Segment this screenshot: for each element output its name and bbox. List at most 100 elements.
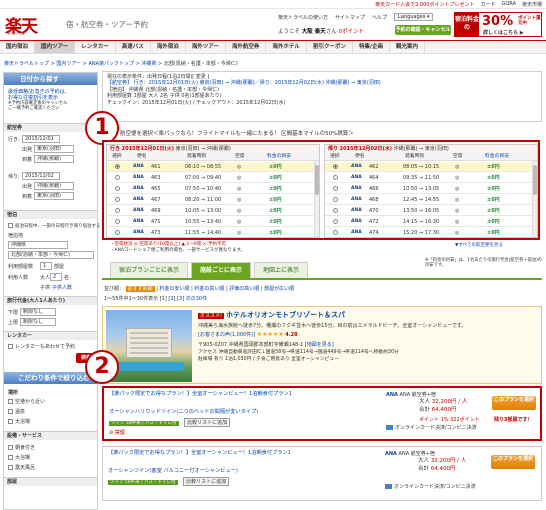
flight-radio[interactable] — [333, 195, 338, 205]
all-flights-link[interactable]: ▼すべての航空便を見る — [455, 242, 503, 248]
flight-row[interactable]: ANA 474 15:20 ⇒ 17:30 ◎ ±0円 — [325, 228, 537, 237]
breadcrumb-ana-pack[interactable]: ANA楽パックトップ — [88, 61, 134, 67]
languages-dropdown[interactable]: Languages ▾ — [394, 13, 434, 21]
flight-radio[interactable] — [333, 162, 338, 172]
facility-breakfast[interactable]: 朝食付き — [8, 444, 35, 451]
flight-row[interactable]: ANA 461 06:10 ⇒ 08:55 ◎ ±0円 — [107, 162, 319, 172]
flight-row[interactable]: ANA 463 07:00 ⇒ 09:40 ◎ ±0円 — [107, 173, 319, 183]
breadcrumb-top[interactable]: 楽天トラベルトップ — [4, 61, 49, 67]
flight-radio[interactable] — [115, 184, 120, 194]
sort-rating[interactable]: 評価の高い順 — [229, 286, 259, 292]
nav-overseas-tour[interactable]: 海外ツアー — [186, 41, 226, 53]
top-link-card[interactable]: カード — [480, 1, 495, 8]
tab-by-hotel[interactable]: 施設ごとに表示 — [191, 262, 252, 278]
flight-radio[interactable] — [115, 217, 120, 227]
flight-radio[interactable] — [115, 195, 120, 205]
flight-radio[interactable] — [115, 206, 120, 216]
compare-list-button[interactable]: 比較リストに追加 — [183, 477, 230, 486]
nav-coupons[interactable]: 割引クーポン — [307, 41, 353, 53]
flight-row[interactable]: ANA 466 10:50 ⇒ 13:05 ◎ ±0円 — [325, 184, 537, 194]
header-link-sitemap[interactable]: サイトマップ — [335, 14, 365, 21]
rental-checkbox[interactable]: レンタカーもあわせて予約 — [8, 343, 75, 350]
sort-recommended[interactable]: おすすめ順 — [125, 286, 155, 292]
flight-row[interactable]: ANA 462 08:05 ⇒ 10:15 ◎ ±0円 — [325, 162, 537, 172]
outbound-from-select[interactable]: 東京(羽田) — [34, 145, 74, 153]
flight-radio[interactable] — [333, 206, 338, 216]
select-plan-button[interactable]: このプランを選択 — [491, 455, 535, 469]
nav-rental-car[interactable]: レンタカー — [75, 41, 116, 53]
flight-row[interactable]: ANA 464 09:35 ⇒ 11:50 ◎ ±0円 — [325, 173, 537, 183]
refine-bath[interactable]: 大浴場 — [8, 418, 30, 425]
return-date-input[interactable]: 2015/12/02 — [22, 172, 60, 180]
refine-near-airport[interactable]: 空港から近い — [8, 398, 45, 405]
return-scrollbar[interactable] — [532, 161, 537, 237]
nav-overseas-hotel[interactable]: 海外宿泊 — [151, 41, 186, 53]
nav-domestic-tour[interactable]: 国内ツアー — [35, 41, 76, 53]
flight-row[interactable]: ANA 472 14:15 ⇒ 16:30 ◎ ±0円 — [325, 217, 537, 227]
tab-map[interactable]: 地図上に表示 — [254, 262, 309, 278]
breadcrumb-okinawa[interactable]: 沖縄県 — [141, 61, 156, 67]
compare-list-button[interactable]: 比較リストに追加 — [184, 418, 231, 427]
rooms-select[interactable]: 1 — [40, 262, 52, 270]
reviews-link[interactable]: [お客さまの声(1,000件)] — [198, 332, 255, 338]
top-link-gora[interactable]: GORA — [501, 1, 516, 8]
flight-row[interactable]: ANA 469 10:05 ⇒ 13:00 ◎ ±0円 — [107, 206, 319, 216]
hotel-split-checkbox[interactable]: 宿泊日程中、一部の日程行き帰り宿泊する — [8, 223, 101, 229]
flight-radio[interactable] — [115, 228, 120, 237]
outbound-scrollbar[interactable] — [314, 161, 319, 237]
hotel-photo[interactable] — [106, 310, 192, 382]
facility-bath[interactable]: 大浴場 — [8, 454, 30, 461]
plan-title[interactable]: 【楽パック限定でお得なプラン！】全室オーシャンビュー！1泊朝食付プラン1 — [109, 391, 339, 398]
rakuten-travel-logo[interactable]: 楽天 トラベル — [5, 12, 65, 37]
hotel-area-select[interactable]: 北部(恩納・本部・今帰仁) — [8, 251, 94, 259]
campaign-detail-link[interactable]: 詳しくはこちら ▶ — [483, 29, 524, 36]
flight-radio[interactable] — [333, 228, 338, 237]
sort-price-high[interactable]: 料金の高い順 — [194, 286, 224, 292]
refine-onsen[interactable]: 温泉 — [8, 408, 25, 415]
flight-radio[interactable] — [333, 217, 338, 227]
flight-radio[interactable] — [333, 173, 338, 183]
breadcrumb-domestic-tour[interactable]: 国内ツアー — [56, 61, 81, 67]
hotel-pref-select[interactable]: 沖縄県 — [8, 241, 68, 249]
next-page-link[interactable]: 次の30件 — [186, 296, 207, 302]
outbound-to-select[interactable]: 沖縄(那覇) — [34, 155, 74, 163]
return-from-select[interactable]: 沖縄(那覇) — [34, 182, 74, 190]
flight-radio[interactable] — [115, 173, 120, 183]
nav-sightseeing[interactable]: 観光案内 — [390, 41, 425, 53]
top-link-card-promo[interactable]: 楽天カード入会で2,000ポイントプレゼント — [375, 1, 474, 8]
plan-title[interactable]: 【楽パック限定でお得なプラン！】全室オーシャンビュー！1泊朝食付プラン1 — [108, 450, 338, 457]
user-name[interactable]: 大阪 楽天 — [302, 29, 326, 35]
nav-overseas-air[interactable]: 海外航空券 — [226, 41, 267, 53]
flight-row[interactable]: ANA 473 11:55 ⇒ 14:40 ◎ ±0円 — [107, 228, 319, 237]
flight-radio[interactable] — [333, 184, 338, 194]
flight-row[interactable]: ANA 470 13:50 ⇒ 16:05 ◎ ±0円 — [325, 206, 537, 216]
page-2[interactable]: 2 — [170, 296, 173, 302]
budget-max-select[interactable]: 制限なし — [20, 318, 56, 326]
point-campaign-banner[interactable]: 宿泊料金の 30% ポイント還元中 詳しくはこちら ▶ — [454, 12, 542, 37]
sort-room-size[interactable]: 部屋が広い順 — [264, 286, 294, 292]
adults-select[interactable]: 2 — [50, 273, 62, 281]
flight-row[interactable]: ANA 467 08:20 ⇒ 11:00 ◎ ±0円 — [107, 195, 319, 205]
facility-outdoor[interactable]: 露天風呂 — [8, 464, 35, 471]
nav-features[interactable]: 特集/企画 — [353, 41, 390, 53]
select-plan-button[interactable]: このプランを選択 — [492, 396, 536, 410]
plan-subtitle[interactable]: オーシャンツイン(客室 バルコニー付オーシャンビュー) — [108, 467, 238, 474]
nav-overseas-hotels[interactable]: 海外ホテル — [266, 41, 307, 53]
child-count-link[interactable]: 子供人数 — [52, 284, 72, 291]
plan-subtitle[interactable]: オーシャンハリウッドツイン(二つのベッドの間隔が変いタイプ) — [109, 408, 258, 415]
tab-by-plan[interactable]: 宿泊プランごとに表示 — [110, 262, 189, 278]
outbound-date-input[interactable]: 2015/12/01 — [22, 135, 60, 143]
page-3[interactable]: 3 — [179, 296, 182, 302]
return-to-select[interactable]: 東京(羽田) — [34, 192, 74, 200]
flight-row[interactable]: ANA 468 12:45 ⇒ 14:55 ◎ ±0円 — [325, 195, 537, 205]
sort-price-low[interactable]: 料金の安い順 — [160, 286, 190, 292]
map-link[interactable]: [地図を見る] — [305, 342, 334, 348]
flight-row[interactable]: ANA 471 10:55 ⇒ 13:40 ◎ ±0円 — [107, 217, 319, 227]
header-link-guide[interactable]: 楽天トラベルの使い方 — [278, 14, 328, 21]
hotel-name-link[interactable]: オススメ! ホテルオリオンモトブリゾート＆スパ — [198, 310, 345, 320]
top-link-ichiba[interactable]: 楽天市場 — [522, 1, 542, 8]
header-link-help[interactable]: ヘルプ — [372, 14, 387, 21]
user-points[interactable]: 0ポイント — [338, 29, 364, 35]
nav-highway-bus[interactable]: 高速バス — [116, 41, 151, 53]
nav-domestic-hotel[interactable]: 国内宿泊 — [0, 41, 36, 53]
